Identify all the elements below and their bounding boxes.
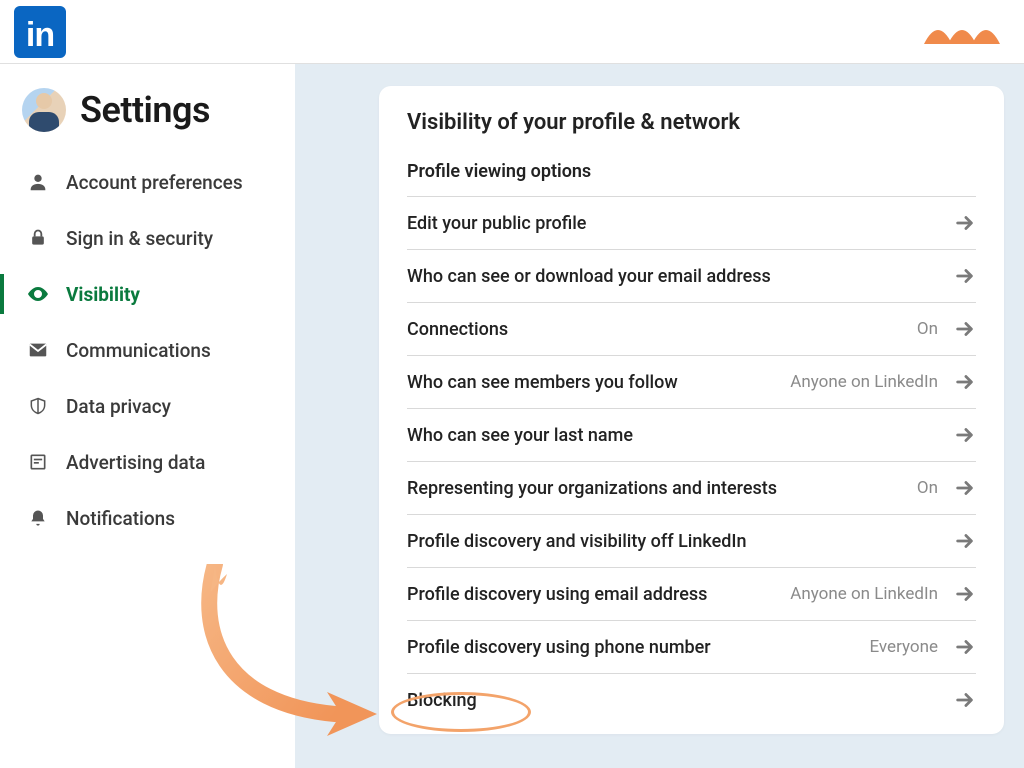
main: Visibility of your profile & network Pro… xyxy=(295,64,1024,768)
sidebar-header: Settings xyxy=(0,82,295,154)
settings-row-value: Anyone on LinkedIn xyxy=(790,584,938,604)
settings-row[interactable]: Representing your organizations and inte… xyxy=(407,461,976,514)
sidebar-item-label: Visibility xyxy=(66,283,140,306)
settings-row-label: Profile discovery and visibility off Lin… xyxy=(407,531,747,552)
arrow-right-icon xyxy=(954,477,976,499)
sidebar-item-visibility[interactable]: Visibility xyxy=(0,266,295,322)
settings-row-right xyxy=(954,212,976,234)
arrow-right-icon xyxy=(954,530,976,552)
sidebar-item-signin-security[interactable]: Sign in & security xyxy=(0,210,295,266)
sidebar-item-account-preferences[interactable]: Account preferences xyxy=(0,154,295,210)
settings-panel: Visibility of your profile & network Pro… xyxy=(379,86,1004,734)
sidebar-item-label: Sign in & security xyxy=(66,227,213,250)
settings-row[interactable]: Profile discovery using phone number Ever… xyxy=(407,620,976,673)
sidebar-nav: Account preferences Sign in & security V… xyxy=(0,154,295,546)
settings-row-right: Anyone on LinkedIn xyxy=(790,371,976,393)
arrow-right-icon xyxy=(954,636,976,658)
arrow-right-icon xyxy=(954,212,976,234)
sidebar-item-label: Account preferences xyxy=(66,171,243,194)
arrow-right-icon xyxy=(954,371,976,393)
brand-mark-icon xyxy=(920,14,1010,50)
settings-rows: Edit your public profile Who can see or d… xyxy=(407,196,976,726)
avatar[interactable] xyxy=(22,88,66,132)
settings-row[interactable]: Who can see your last name xyxy=(407,408,976,461)
sidebar-item-advertising-data[interactable]: Advertising data xyxy=(0,434,295,490)
sidebar-item-label: Communications xyxy=(66,339,211,362)
layout: Settings Account preferences Sign in & s… xyxy=(0,64,1024,768)
panel-title: Visibility of your profile & network xyxy=(407,110,976,135)
settings-row-right: Everyone xyxy=(869,636,976,658)
arrow-right-icon xyxy=(954,689,976,711)
sidebar-item-notifications[interactable]: Notifications xyxy=(0,490,295,546)
settings-row-label: Connections xyxy=(407,319,508,340)
settings-row-label: Who can see or download your email addre… xyxy=(407,266,771,287)
settings-row-right: On xyxy=(917,477,976,499)
linkedin-logo[interactable]: in xyxy=(14,6,66,58)
sidebar: Settings Account preferences Sign in & s… xyxy=(0,64,295,768)
settings-row-value: Everyone xyxy=(869,637,938,657)
settings-row-label: Who can see members you follow xyxy=(407,372,678,393)
arrow-right-icon xyxy=(954,583,976,605)
arrow-right-icon xyxy=(954,424,976,446)
arrow-right-icon xyxy=(954,318,976,340)
bell-icon xyxy=(26,506,50,530)
sidebar-item-communications[interactable]: Communications xyxy=(0,322,295,378)
lock-icon xyxy=(26,226,50,250)
settings-row[interactable]: Edit your public profile xyxy=(407,196,976,249)
settings-row-right xyxy=(954,689,976,711)
mail-icon xyxy=(26,338,50,362)
settings-row[interactable]: Profile discovery using email address Any… xyxy=(407,567,976,620)
settings-row-right xyxy=(954,265,976,287)
settings-row-label: Representing your organizations and inte… xyxy=(407,478,777,499)
top-bar: in xyxy=(0,0,1024,64)
settings-row-label: Profile discovery using phone number xyxy=(407,637,711,658)
settings-row[interactable]: Connections On xyxy=(407,302,976,355)
settings-row-value: On xyxy=(917,478,938,498)
settings-row-right xyxy=(954,530,976,552)
sidebar-item-label: Advertising data xyxy=(66,451,205,474)
sidebar-item-data-privacy[interactable]: Data privacy xyxy=(0,378,295,434)
settings-row-right: On xyxy=(917,318,976,340)
settings-row[interactable]: Blocking xyxy=(407,673,976,726)
panel-section-heading: Profile viewing options xyxy=(407,161,976,196)
settings-row[interactable]: Who can see members you follow Anyone on … xyxy=(407,355,976,408)
settings-row-label: Edit your public profile xyxy=(407,213,586,234)
page-title: Settings xyxy=(80,89,210,131)
settings-row-value: On xyxy=(917,319,938,339)
person-icon xyxy=(26,170,50,194)
arrow-right-icon xyxy=(954,265,976,287)
sidebar-item-label: Notifications xyxy=(66,507,175,530)
settings-row[interactable]: Profile discovery and visibility off Lin… xyxy=(407,514,976,567)
shield-icon xyxy=(26,394,50,418)
sidebar-item-label: Data privacy xyxy=(66,395,171,418)
settings-row-label: Profile discovery using email address xyxy=(407,584,707,605)
eye-icon xyxy=(26,282,50,306)
doc-icon xyxy=(26,450,50,474)
settings-row[interactable]: Who can see or download your email addre… xyxy=(407,249,976,302)
settings-row-label: Blocking xyxy=(407,690,477,711)
settings-row-value: Anyone on LinkedIn xyxy=(790,372,938,392)
settings-row-right xyxy=(954,424,976,446)
settings-row-right: Anyone on LinkedIn xyxy=(790,583,976,605)
settings-row-label: Who can see your last name xyxy=(407,425,633,446)
